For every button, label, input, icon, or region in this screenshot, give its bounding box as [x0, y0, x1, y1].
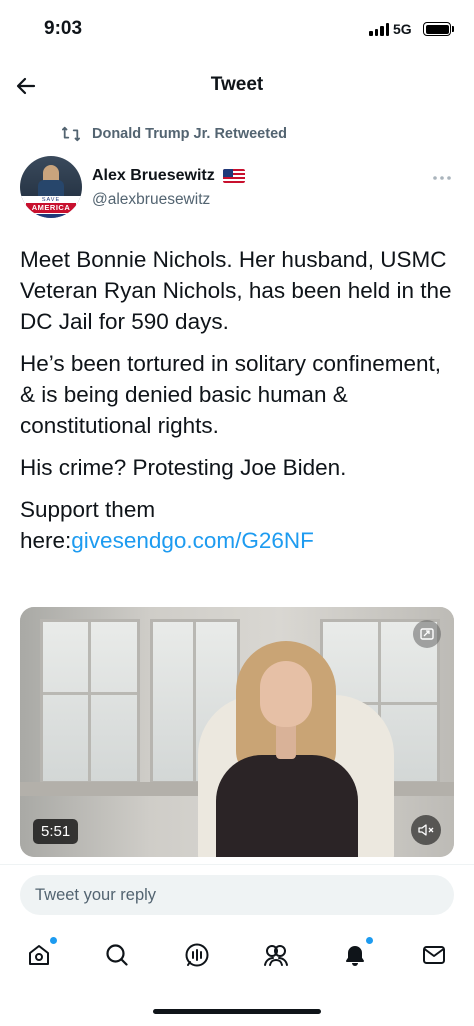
pip-button[interactable] [413, 620, 441, 648]
video-duration: 5:51 [33, 819, 79, 844]
avatar-stripe [32, 214, 70, 218]
tweet-body: Meet Bonnie Nichols. Her husband, USMC V… [20, 244, 454, 567]
battery-icon [423, 22, 451, 36]
more-options-button[interactable] [432, 168, 452, 186]
communities-icon [264, 945, 288, 966]
home-badge [50, 937, 57, 944]
tweet-paragraph: He’s been tortured in solitary confineme… [20, 351, 442, 438]
status-time: 9:03 [44, 18, 83, 39]
notifications-badge [366, 937, 373, 944]
name-row: Alex Bruesewitz [92, 167, 245, 185]
arrow-left-icon [16, 77, 36, 95]
home-indicator [153, 1009, 321, 1014]
nav-header: Tweet [0, 64, 474, 108]
retweet-label: Donald Trump Jr. Retweeted [92, 126, 287, 142]
tweet-author: SAVE AMERICA Alex Bruesewitz @alexbruese… [20, 156, 454, 220]
home-icon [29, 945, 49, 965]
more-horizontal-icon [433, 176, 451, 180]
us-flag-icon [222, 169, 245, 183]
spaces-icon [185, 943, 209, 967]
tweet-paragraph: Meet Bonnie Nichols. Her husband, USMC V… [20, 247, 452, 334]
video-person-torso [216, 755, 358, 857]
signal-icon [369, 23, 389, 36]
video-player[interactable]: 5:51 [20, 607, 454, 857]
tab-search[interactable] [102, 940, 132, 970]
avatar[interactable]: SAVE AMERICA [20, 156, 82, 218]
bell-icon [346, 946, 364, 966]
video-window [40, 619, 140, 784]
retweet-context[interactable]: Donald Trump Jr. Retweeted [60, 125, 287, 143]
speaker-muted-icon [418, 824, 434, 836]
page-title: Tweet [210, 74, 264, 95]
reply-input[interactable]: Tweet your reply [20, 875, 454, 915]
retweet-icon [62, 126, 81, 142]
divider [0, 864, 474, 865]
user-handle[interactable]: @alexbruesewitz [92, 191, 210, 209]
avatar-america-text: AMERICA [26, 203, 76, 213]
picture-in-picture-icon [420, 628, 434, 640]
back-button[interactable] [10, 70, 42, 102]
tweet-paragraph: His crime? Protesting Joe Biden. [20, 455, 347, 480]
support-link[interactable]: givesendgo.com/G26NF [71, 528, 314, 553]
tab-communities[interactable] [261, 940, 291, 970]
mute-button[interactable] [411, 815, 441, 845]
battery-cap [452, 26, 454, 32]
network-type: 5G [393, 21, 412, 37]
display-name[interactable]: Alex Bruesewitz [92, 167, 215, 185]
tab-spaces[interactable] [182, 940, 212, 970]
status-bar: 9:03 5G [0, 0, 474, 60]
bottom-tab-bar [0, 930, 474, 980]
tab-notifications[interactable] [340, 937, 373, 970]
mail-icon [423, 946, 445, 964]
tweet-support-line: Support them here:givesendgo.com/G26NF [20, 494, 454, 556]
video-person-face [260, 661, 312, 727]
tab-messages[interactable] [419, 940, 449, 970]
search-icon [106, 944, 128, 966]
tab-home[interactable] [24, 937, 57, 970]
